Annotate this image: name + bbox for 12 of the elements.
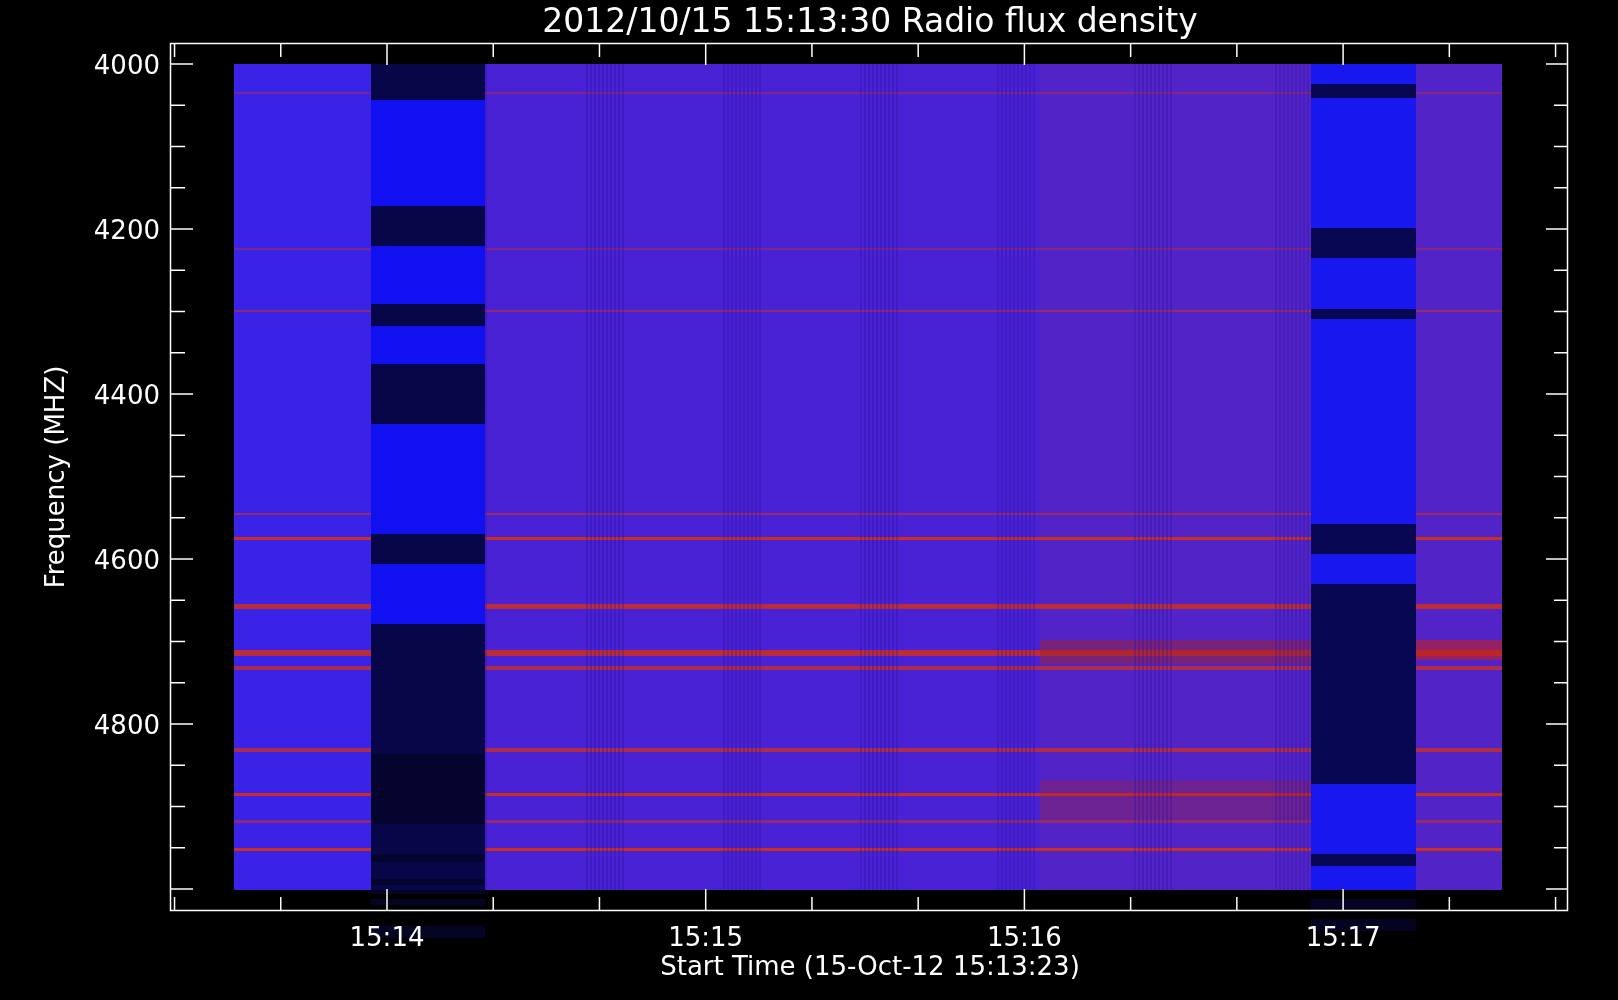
y-tick-label: 4600 (93, 545, 160, 575)
x-tick-label: 15:16 (986, 922, 1062, 952)
y-tick-label: 4200 (93, 215, 160, 245)
y-tick-label: 4800 (93, 710, 160, 740)
x-axis-label: Start Time (15-Oct-12 15:13:23) (660, 951, 1080, 981)
y-tick-label: 4400 (93, 380, 160, 410)
plot-title: 2012/10/15 15:13:30 Radio flux density (542, 1, 1198, 40)
x-tick-label: 15:14 (349, 922, 425, 952)
x-tick-label: 15:17 (1305, 922, 1381, 952)
y-tick-label: 4000 (93, 50, 160, 80)
x-tick-label: 15:15 (668, 922, 744, 952)
y-axis-label: Frequency (MHZ) (40, 365, 70, 589)
